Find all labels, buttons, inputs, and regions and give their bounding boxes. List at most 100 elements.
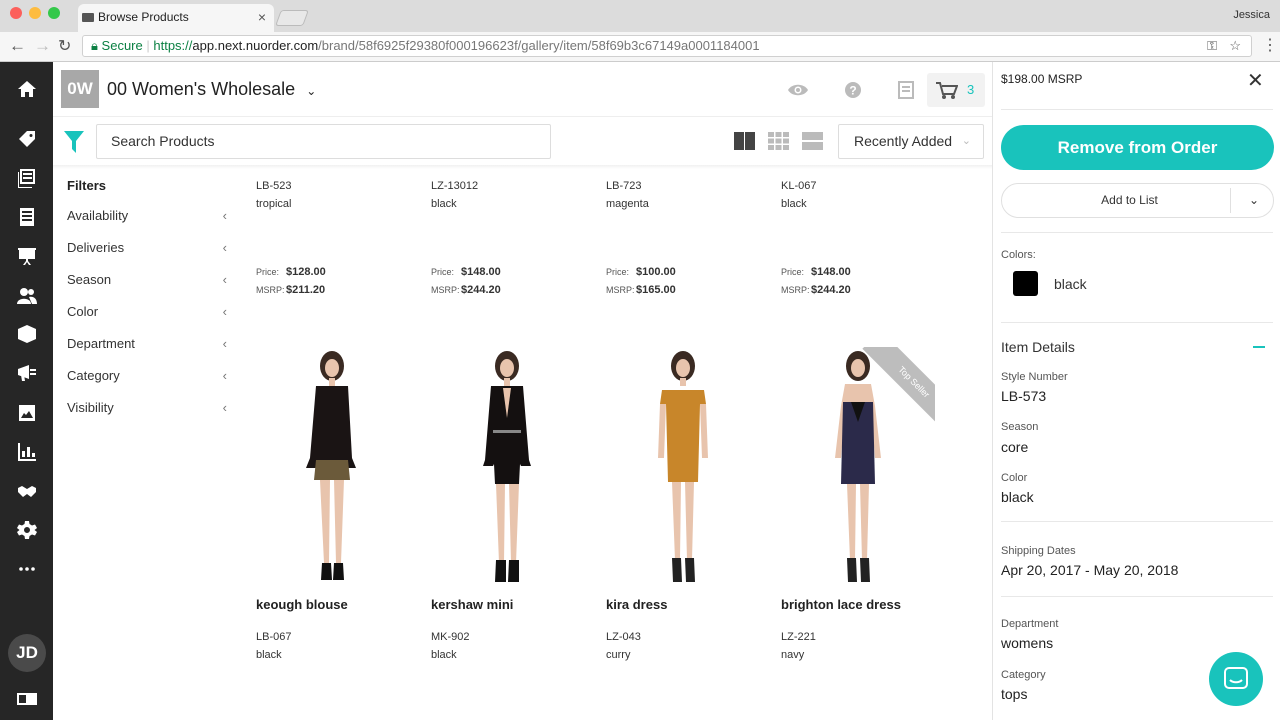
bookmark-star-icon[interactable]: ☆ (1229, 36, 1241, 56)
product-price: $100.00 (636, 266, 676, 278)
help-icon[interactable]: ? (843, 80, 865, 100)
more-icon[interactable] (17, 559, 37, 579)
reports-icon[interactable] (17, 442, 37, 462)
cart-count-badge: 3 (967, 82, 975, 97)
tab-close-icon[interactable]: × (258, 4, 266, 30)
product-card[interactable]: kershaw mini MK-902 black (431, 597, 606, 661)
tag-icon[interactable] (17, 129, 37, 149)
filter-icon[interactable] (64, 131, 84, 158)
add-to-list-label: Add to List (1101, 193, 1158, 207)
filter-color[interactable]: Color ‹ (67, 296, 232, 328)
chat-launcher-button[interactable] (1209, 652, 1263, 706)
browser-tab-bar: Browse Products × Jessica (0, 0, 1280, 32)
filter-department[interactable]: Department ‹ (67, 328, 232, 360)
product-card[interactable]: kira dress LZ-043 curry (606, 597, 781, 661)
large-grid-view-icon[interactable] (734, 132, 755, 155)
cart-button[interactable]: 3 (927, 73, 985, 107)
product-image[interactable] (296, 348, 366, 588)
messages-icon[interactable] (17, 689, 37, 709)
brand-name: 00 Women's Wholesale (107, 79, 296, 99)
secure-label: Secure (101, 38, 143, 53)
filter-visibility[interactable]: Visibility ‹ (67, 392, 232, 424)
chevron-down-icon[interactable]: ⌄ (1249, 184, 1259, 217)
chevron-left-icon: ‹ (222, 368, 227, 383)
product-card[interactable]: LB-523 tropical Price: $128.00 MSRP:$211.… (256, 180, 431, 302)
search-input[interactable]: Search Products (96, 124, 551, 159)
filter-category[interactable]: Category ‹ (67, 360, 232, 392)
product-color: black (781, 198, 807, 210)
media-icon[interactable] (17, 403, 37, 423)
chevron-left-icon: ‹ (222, 208, 227, 223)
add-to-list-button[interactable]: Add to List ⌄ (1001, 183, 1274, 218)
filter-availability[interactable]: Availability ‹ (67, 200, 232, 232)
product-card[interactable]: LB-723 magenta Price: $100.00 MSRP:$165.0… (606, 180, 781, 302)
list-view-icon[interactable] (802, 132, 823, 155)
marketing-icon[interactable] (17, 363, 37, 383)
product-sku: LZ-043 (606, 631, 641, 643)
url-field[interactable]: 🔒︎ Secure | https://app.next.nuorder.com… (82, 35, 1252, 57)
close-icon[interactable]: ✕ (1247, 68, 1264, 93)
orders-icon[interactable] (17, 207, 37, 227)
product-name[interactable]: keough blouse (256, 597, 431, 612)
small-grid-view-icon[interactable] (768, 132, 789, 155)
product-card[interactable]: LZ-13012 black Price: $148.00 MSRP:$244.2… (431, 180, 606, 302)
catalog-icon[interactable] (17, 168, 37, 188)
close-window-button[interactable] (10, 7, 22, 19)
product-msrp: $244.20 (461, 284, 501, 296)
maximize-window-button[interactable] (48, 7, 60, 19)
forward-icon[interactable]: → (34, 36, 51, 56)
linesheet-icon[interactable] (897, 80, 919, 100)
handshake-icon[interactable] (17, 481, 37, 501)
browser-menu-icon[interactable]: ⋮ (1262, 35, 1278, 55)
lock-icon: 🔒︎ (91, 38, 98, 53)
product-image[interactable] (473, 348, 543, 588)
collapse-icon[interactable] (1253, 346, 1265, 348)
product-name[interactable]: kira dress (606, 597, 781, 612)
sort-dropdown[interactable]: Recently Added ⌄ (838, 124, 984, 159)
product-card[interactable]: keough blouse LB-067 black (256, 597, 431, 661)
chevron-left-icon: ‹ (222, 304, 227, 319)
product-sku: MK-902 (431, 631, 470, 643)
product-name[interactable]: brighton lace dress (781, 597, 956, 612)
app-sidebar: JD (0, 62, 53, 720)
filter-deliveries[interactable]: Deliveries ‹ (67, 232, 232, 264)
color-swatch-black[interactable] (1013, 271, 1038, 296)
filter-season[interactable]: Season ‹ (67, 264, 232, 296)
product-card[interactable]: brighton lace dress LZ-221 navy (781, 597, 956, 661)
remove-from-order-button[interactable]: Remove from Order (1001, 125, 1274, 170)
product-color: black (256, 649, 282, 661)
product-sku: LB-523 (256, 180, 292, 192)
product-card[interactable]: KL-067 black Price: $148.00 MSRP:$244.20 (781, 180, 956, 302)
tab-favicon-icon (82, 13, 94, 22)
reload-icon[interactable]: ↻ (58, 36, 71, 56)
product-name[interactable]: kershaw mini (431, 597, 606, 612)
presentation-icon[interactable] (17, 246, 37, 266)
ribbon-label: Top Seller (862, 347, 935, 430)
item-details-heading[interactable]: Item Details (1001, 339, 1075, 355)
inventory-icon[interactable] (17, 324, 37, 344)
back-icon[interactable]: ← (9, 36, 26, 56)
browser-tab[interactable]: Browse Products × (78, 4, 274, 32)
product-msrp: $244.20 (811, 284, 851, 296)
avatar[interactable]: JD (8, 634, 46, 672)
browser-profile-name[interactable]: Jessica (1233, 9, 1270, 21)
customers-icon[interactable] (17, 286, 37, 306)
brand-logo[interactable]: 0W (61, 70, 99, 108)
chevron-left-icon: ‹ (222, 240, 227, 255)
category-value: tops (1001, 686, 1028, 702)
product-sku: LB-723 (606, 180, 642, 192)
key-icon[interactable]: ⚿ (1207, 36, 1217, 56)
product-msrp: $211.20 (286, 284, 326, 296)
preview-eye-icon[interactable] (787, 80, 809, 100)
minimize-window-button[interactable] (29, 7, 41, 19)
home-icon[interactable] (17, 79, 37, 99)
tab-title: Browse Products (98, 10, 189, 24)
top-seller-ribbon: Top Seller (852, 347, 935, 430)
product-image[interactable] (648, 348, 718, 588)
product-color: magenta (606, 198, 649, 210)
cart-icon (936, 82, 958, 99)
brand-selector[interactable]: 00 Women's Wholesale ⌄ (107, 79, 316, 100)
panel-msrp: $198.00 MSRP (1001, 72, 1083, 86)
settings-icon[interactable] (17, 520, 37, 540)
new-tab-button[interactable] (275, 10, 309, 26)
